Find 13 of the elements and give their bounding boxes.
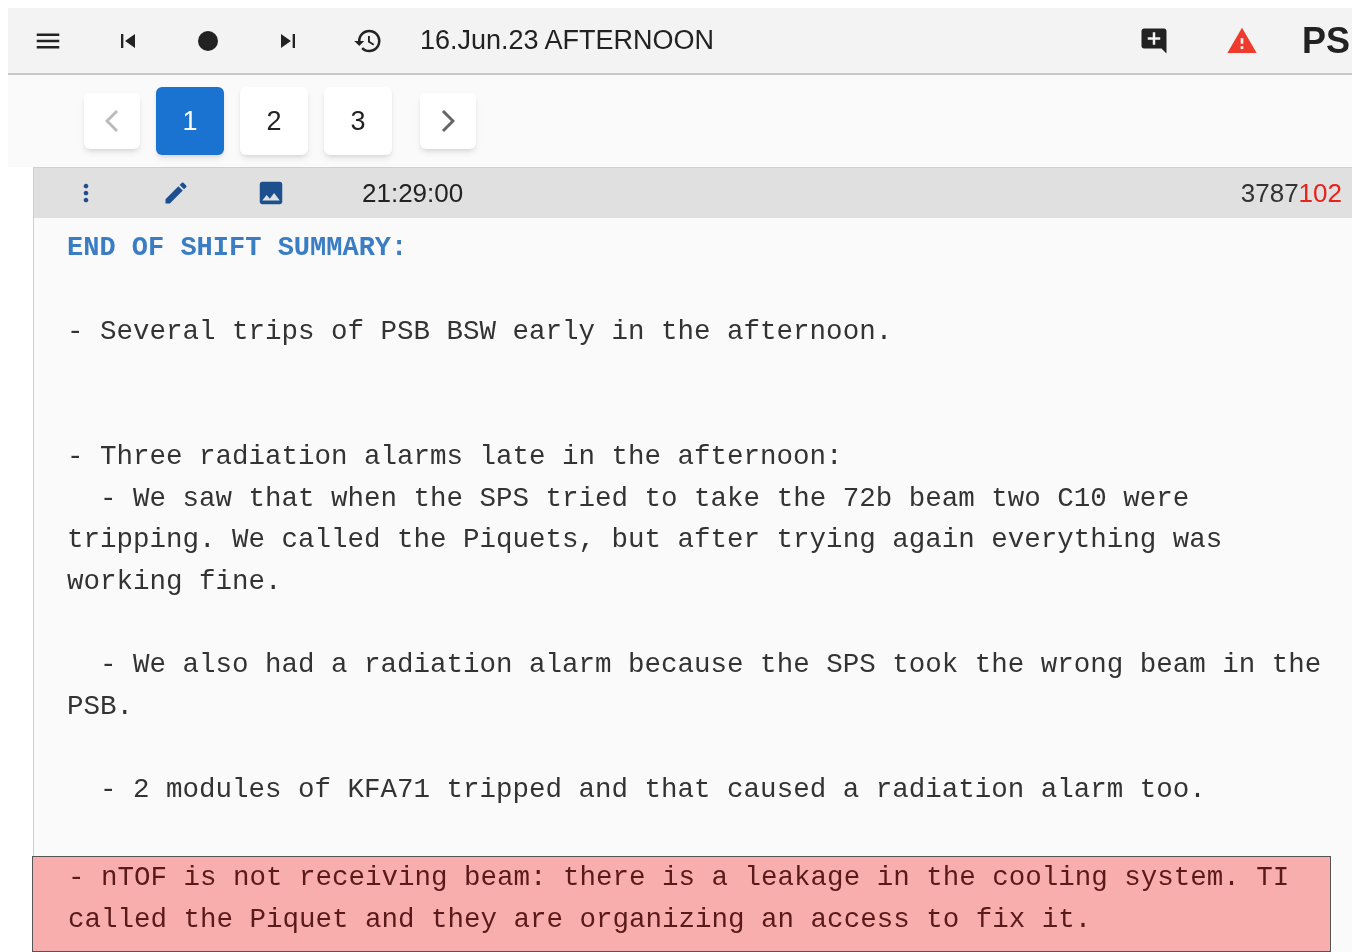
- next-page-button[interactable]: [420, 93, 476, 149]
- section-label: PS: [1301, 18, 1350, 63]
- page-button[interactable]: 2: [240, 87, 308, 155]
- entry-text: - Several trips of PSB BSW early in the afternoon. - Three radiation alarms late in the afternoon: - We saw that when the SPS tried to take the 72b beam two C10 were tripping. We called the Piquets, but after trying again everything was working fine. - We also had a radiation alarm because the SPS took the wrong beam in the PSB. - 2 modules of KFA71 tripped and that caused a radiation alarm too.: [66, 314, 1323, 808]
- page-button[interactable]: 1: [156, 87, 224, 155]
- entry-heading: END OF SHIFT SUMMARY:: [66, 232, 409, 265]
- shift-title: 16.Jun.23 AFTERNOON: [420, 24, 715, 58]
- chevron-left-icon: [105, 109, 119, 133]
- entry-number: 3787102: [1240, 176, 1342, 210]
- entry-time: 21:29:00: [362, 176, 464, 210]
- page-button[interactable]: 3: [324, 87, 392, 155]
- chevron-right-icon: [441, 109, 455, 133]
- highlighted-note: - nTOF is not receiving beam: there is a leakage in the cooling system. TI called the Piquet and they are organizing an access to fix it.: [32, 856, 1331, 952]
